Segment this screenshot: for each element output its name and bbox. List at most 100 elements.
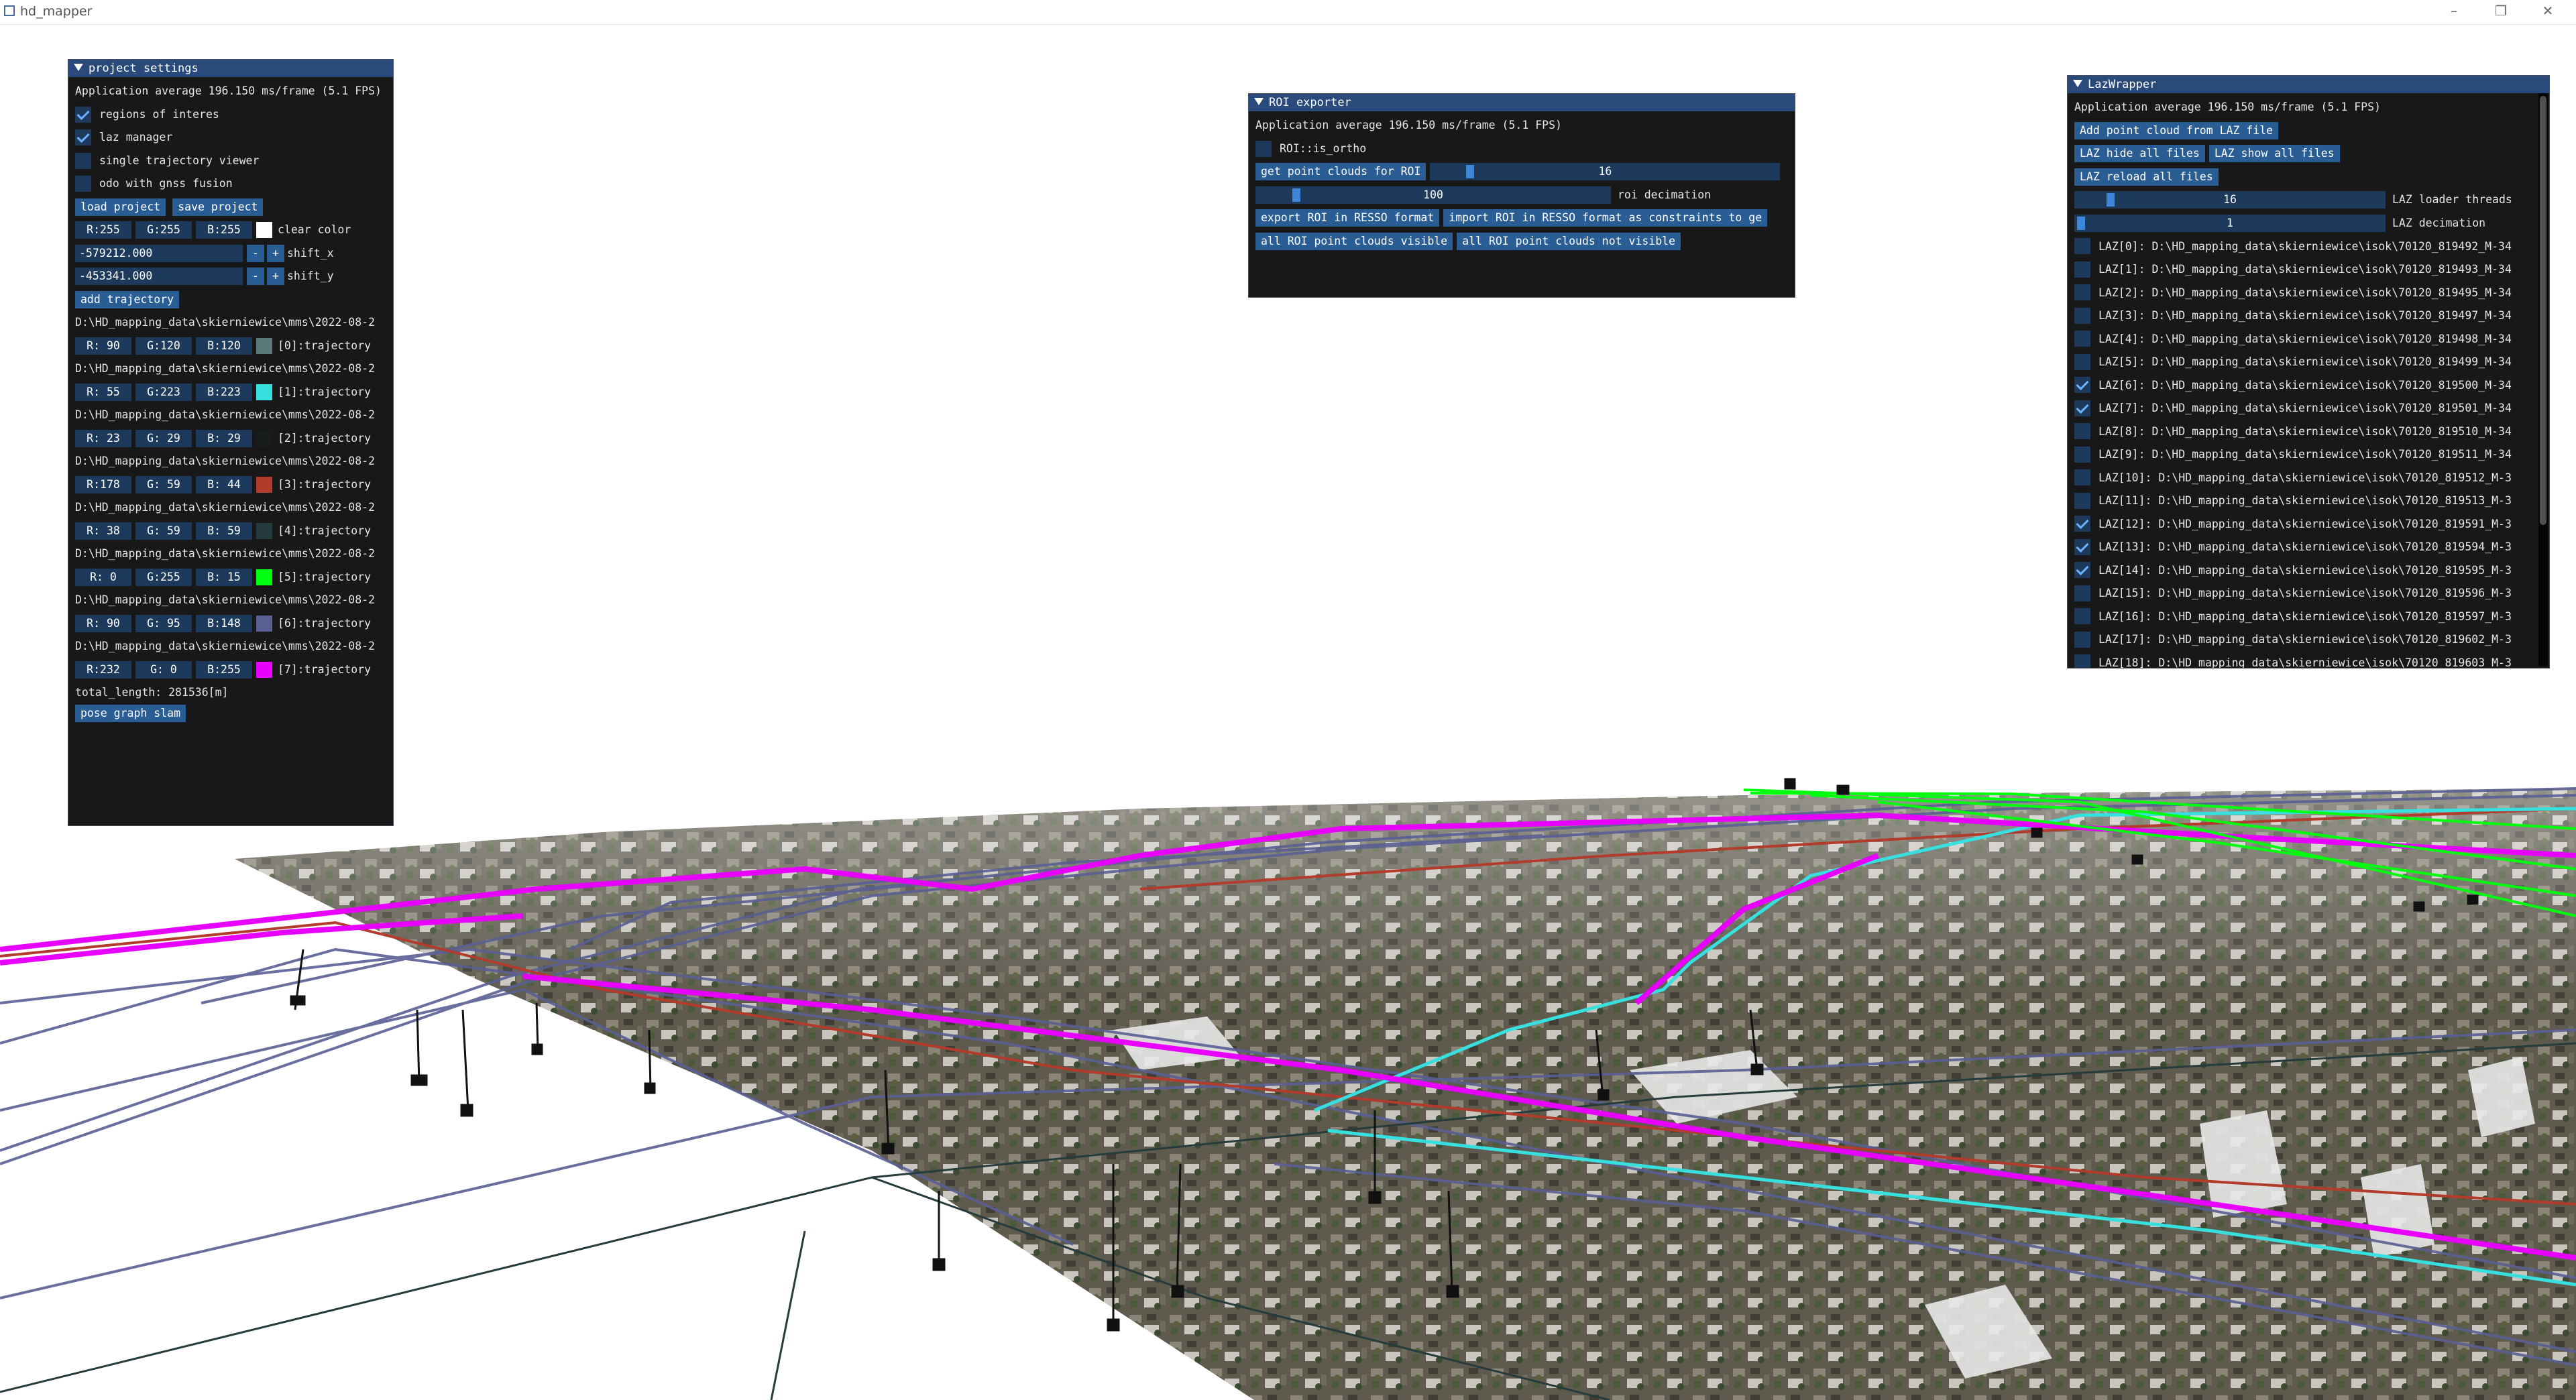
- restore-button[interactable]: ❐: [2477, 0, 2524, 23]
- roi-exporter-header[interactable]: ROI exporter: [1249, 94, 1795, 111]
- collapse-triangle-icon[interactable]: [74, 64, 83, 71]
- slider-grab[interactable]: [1292, 188, 1300, 202]
- laz-file-visible-checkbox[interactable]: [2074, 446, 2090, 463]
- slider-grab[interactable]: [2077, 216, 2085, 230]
- trajectory-b-field[interactable]: B: 44: [196, 475, 252, 493]
- import-roi-resso-button[interactable]: import ROI in RESSO format as constraint…: [1443, 209, 1768, 227]
- laz-file-visible-checkbox[interactable]: [2074, 516, 2090, 532]
- trajectory-g-field[interactable]: G:255: [135, 568, 192, 586]
- project-settings-header[interactable]: project settings: [68, 60, 393, 77]
- laz-manager-checkbox[interactable]: [75, 129, 91, 146]
- trajectory-r-field[interactable]: R: 23: [75, 429, 131, 447]
- roi-is-ortho-checkbox[interactable]: [1255, 140, 1272, 157]
- laz-wrapper-window[interactable]: LazWrapper Application average 196.150 m…: [2067, 75, 2550, 668]
- laz-file-visible-checkbox[interactable]: [2074, 585, 2090, 601]
- roi-exporter-window[interactable]: ROI exporter Application average 196.150…: [1248, 93, 1795, 298]
- shift-y-minus-button[interactable]: -: [247, 268, 264, 286]
- regions-of-interest-checkbox[interactable]: [75, 106, 91, 123]
- laz-file-visible-checkbox[interactable]: [2074, 631, 2090, 648]
- laz-file-visible-checkbox[interactable]: [2074, 492, 2090, 509]
- pose-graph-slam-button[interactable]: pose graph slam: [75, 704, 186, 722]
- laz-file-visible-checkbox[interactable]: [2074, 307, 2090, 324]
- project-settings-window[interactable]: project settings Application average 196…: [68, 59, 394, 826]
- laz-reload-all-button[interactable]: LAZ reload all files: [2074, 168, 2219, 186]
- roi-decimation-slider[interactable]: 100: [1255, 186, 1611, 204]
- roi-slider-1[interactable]: 16: [1430, 163, 1781, 181]
- add-point-cloud-laz-button[interactable]: Add point cloud from LAZ file: [2074, 121, 2279, 139]
- laz-file-visible-checkbox[interactable]: [2074, 562, 2090, 579]
- trajectory-color-swatch[interactable]: [256, 569, 272, 585]
- laz-file-visible-checkbox[interactable]: [2074, 654, 2090, 668]
- shift-x-minus-button[interactable]: -: [247, 244, 264, 262]
- save-project-button[interactable]: save project: [172, 198, 264, 216]
- odo-gnss-fusion-checkbox[interactable]: [75, 176, 91, 192]
- trajectory-color-swatch[interactable]: [256, 615, 272, 632]
- laz-decimation-slider[interactable]: 1: [2074, 214, 2386, 232]
- clear-color-g-field[interactable]: G:255: [135, 221, 192, 239]
- trajectory-g-field[interactable]: G: 59: [135, 522, 192, 540]
- collapse-triangle-icon[interactable]: [1254, 98, 1264, 105]
- close-button[interactable]: ✕: [2524, 0, 2571, 23]
- trajectory-r-field[interactable]: R: 38: [75, 522, 131, 540]
- clear-color-b-field[interactable]: B:255: [196, 221, 252, 239]
- trajectory-color-swatch[interactable]: [256, 430, 272, 447]
- laz-show-all-button[interactable]: LAZ show all files: [2208, 145, 2340, 163]
- trajectory-g-field[interactable]: G: 29: [135, 429, 192, 447]
- laz-hide-all-button[interactable]: LAZ hide all files: [2074, 145, 2205, 163]
- laz-file-visible-checkbox[interactable]: [2074, 238, 2090, 255]
- laz-file-visible-checkbox[interactable]: [2074, 261, 2090, 278]
- trajectory-g-field[interactable]: G: 0: [135, 660, 192, 679]
- laz-file-visible-checkbox[interactable]: [2074, 608, 2090, 625]
- trajectory-b-field[interactable]: B: 15: [196, 568, 252, 586]
- trajectory-r-field[interactable]: R: 90: [75, 337, 131, 355]
- laz-wrapper-header[interactable]: LazWrapper: [2068, 76, 2549, 93]
- trajectory-b-field[interactable]: B:223: [196, 383, 252, 401]
- load-project-button[interactable]: load project: [75, 198, 166, 216]
- laz-loader-threads-slider[interactable]: 16: [2074, 191, 2386, 209]
- trajectory-b-field[interactable]: B:120: [196, 337, 252, 355]
- export-roi-resso-button[interactable]: export ROI in RESSO format: [1255, 209, 1440, 227]
- window-titlebar[interactable]: hd_mapper – ❐ ✕: [0, 0, 2576, 25]
- trajectory-g-field[interactable]: G:223: [135, 383, 192, 401]
- add-trajectory-button[interactable]: add trajectory: [75, 290, 180, 308]
- laz-file-visible-checkbox[interactable]: [2074, 377, 2090, 394]
- laz-file-visible-checkbox[interactable]: [2074, 469, 2090, 486]
- trajectory-g-field[interactable]: G:120: [135, 337, 192, 355]
- laz-file-visible-checkbox[interactable]: [2074, 284, 2090, 301]
- shift-y-input[interactable]: -453341.000: [75, 268, 243, 286]
- trajectory-r-field[interactable]: R: 55: [75, 383, 131, 401]
- trajectory-color-swatch[interactable]: [256, 661, 272, 678]
- shift-x-input[interactable]: -579212.000: [75, 244, 243, 262]
- trajectory-g-field[interactable]: G: 95: [135, 614, 192, 632]
- minimize-button[interactable]: –: [2430, 0, 2477, 23]
- trajectory-b-field[interactable]: B:148: [196, 614, 252, 632]
- trajectory-color-swatch[interactable]: [256, 337, 272, 354]
- trajectory-r-field[interactable]: R: 0: [75, 568, 131, 586]
- laz-file-visible-checkbox[interactable]: [2074, 353, 2090, 370]
- trajectory-color-swatch[interactable]: [256, 384, 272, 400]
- all-roi-not-visible-button[interactable]: all ROI point clouds not visible: [1457, 232, 1681, 250]
- trajectory-b-field[interactable]: B:255: [196, 660, 252, 679]
- clear-color-r-field[interactable]: R:255: [75, 221, 131, 239]
- shift-y-plus-button[interactable]: +: [267, 268, 284, 286]
- trajectory-r-field[interactable]: R:178: [75, 475, 131, 493]
- trajectory-b-field[interactable]: B: 29: [196, 429, 252, 447]
- slider-grab[interactable]: [1466, 165, 1475, 179]
- trajectory-g-field[interactable]: G: 59: [135, 475, 192, 493]
- trajectory-color-swatch[interactable]: [256, 522, 272, 539]
- trajectory-b-field[interactable]: B: 59: [196, 522, 252, 540]
- laz-file-visible-checkbox[interactable]: [2074, 423, 2090, 440]
- all-roi-visible-button[interactable]: all ROI point clouds visible: [1255, 232, 1453, 250]
- laz-file-visible-checkbox[interactable]: [2074, 538, 2090, 555]
- trajectory-r-field[interactable]: R:232: [75, 660, 131, 679]
- collapse-triangle-icon[interactable]: [2073, 80, 2082, 87]
- single-trajectory-viewer-checkbox[interactable]: [75, 152, 91, 169]
- trajectory-r-field[interactable]: R: 90: [75, 614, 131, 632]
- slider-grab[interactable]: [2107, 193, 2115, 207]
- get-point-clouds-for-roi-button[interactable]: get point clouds for ROI: [1255, 163, 1426, 181]
- laz-file-visible-checkbox[interactable]: [2074, 400, 2090, 416]
- clear-color-swatch[interactable]: [256, 222, 272, 239]
- laz-file-visible-checkbox[interactable]: [2074, 331, 2090, 347]
- trajectory-color-swatch[interactable]: [256, 476, 272, 493]
- shift-x-plus-button[interactable]: +: [267, 244, 284, 262]
